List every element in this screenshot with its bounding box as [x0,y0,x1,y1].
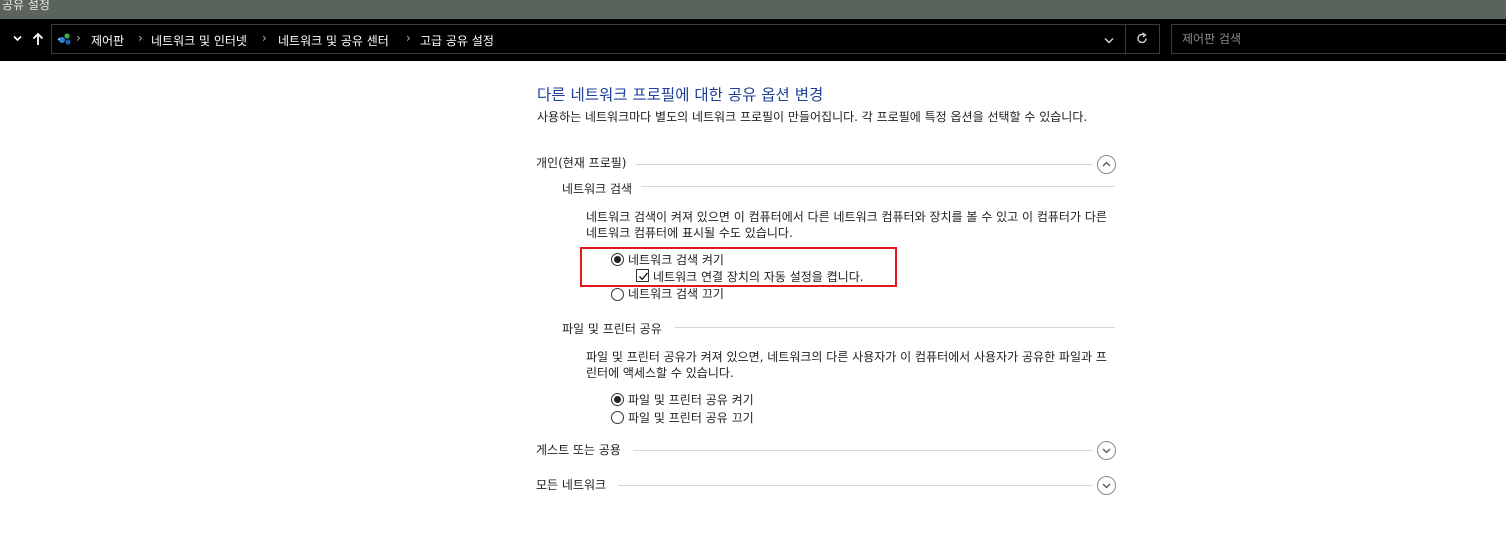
breadcrumb-separator-icon: › [262,31,267,45]
address-bar[interactable]: › 제어판 › 네트워크 및 인터넷 › 네트워크 및 공유 센터 › 고급 공… [51,24,1160,54]
profile-private-divider [636,164,1092,165]
file-sharing-on-label[interactable]: 파일 및 프린터 공유 켜기 [628,391,754,408]
file-sharing-on-radio[interactable] [611,393,624,406]
control-panel-icon [57,31,73,50]
file-sharing-off-radio[interactable] [611,411,624,424]
breadcrumb-advanced-sharing[interactable]: 고급 공유 설정 [420,32,494,49]
expand-all-chevron-icon[interactable] [1097,476,1116,495]
profile-private-label[interactable]: 개인(현재 프로필) [536,154,626,171]
network-discovery-divider [641,186,1115,187]
collapse-private-chevron-icon[interactable] [1097,155,1116,174]
profile-guest-label[interactable]: 게스트 또는 공용 [536,441,621,458]
breadcrumb-separator-icon: › [406,31,411,45]
breadcrumb-separator-icon: › [76,31,81,45]
refresh-icon[interactable] [1136,32,1148,48]
search-box[interactable] [1171,24,1506,54]
page-title: 다른 네트워크 프로필에 대한 공유 옵션 변경 [537,86,824,104]
profile-all-divider [618,485,1092,486]
network-discovery-on-label[interactable]: 네트워크 검색 켜기 [628,251,724,268]
up-arrow-icon[interactable] [32,32,44,49]
profile-all-label[interactable]: 모든 네트워크 [536,476,606,493]
file-sharing-heading: 파일 및 프린터 공유 [562,322,662,336]
file-sharing-divider [675,327,1115,328]
expand-guest-chevron-icon[interactable] [1097,441,1116,460]
network-discovery-off-label[interactable]: 네트워크 검색 끄기 [628,285,724,302]
auto-setup-label[interactable]: 네트워크 연결 장치의 자동 설정을 켭니다. [653,268,864,285]
recent-locations-chevron-icon[interactable] [13,33,22,46]
page-description: 사용하는 네트워크마다 별도의 네트워크 프로필이 만들어집니다. 각 프로필에… [537,110,1088,124]
auto-setup-checkbox[interactable] [636,269,649,282]
breadcrumb-network-sharing-center[interactable]: 네트워크 및 공유 센터 [278,32,389,49]
title-bar: 공유 설정 [0,0,1506,19]
network-discovery-off-radio[interactable] [611,288,624,301]
network-discovery-description: 네트워크 검색이 켜져 있으면 이 컴퓨터에서 다른 네트워크 컴퓨터와 장치를… [586,210,1107,240]
network-discovery-heading: 네트워크 검색 [562,182,633,196]
profile-guest-divider [633,450,1092,451]
address-divider [1125,25,1126,53]
network-discovery-on-radio[interactable] [611,253,624,266]
address-dropdown-chevron-icon[interactable] [1104,34,1114,48]
breadcrumb-network-internet[interactable]: 네트워크 및 인터넷 [151,32,247,49]
navigation-bar: › 제어판 › 네트워크 및 인터넷 › 네트워크 및 공유 센터 › 고급 공… [0,19,1506,61]
file-sharing-description: 파일 및 프린터 공유가 켜져 있으면, 네트워크의 다른 사용자가 이 컴퓨터… [586,350,1107,380]
breadcrumb-separator-icon: › [138,31,143,45]
window-title: 공유 설정 [2,0,50,12]
breadcrumb-control-panel[interactable]: 제어판 [91,32,124,49]
search-input[interactable] [1172,25,1506,53]
file-sharing-off-label[interactable]: 파일 및 프린터 공유 끄기 [628,409,754,426]
